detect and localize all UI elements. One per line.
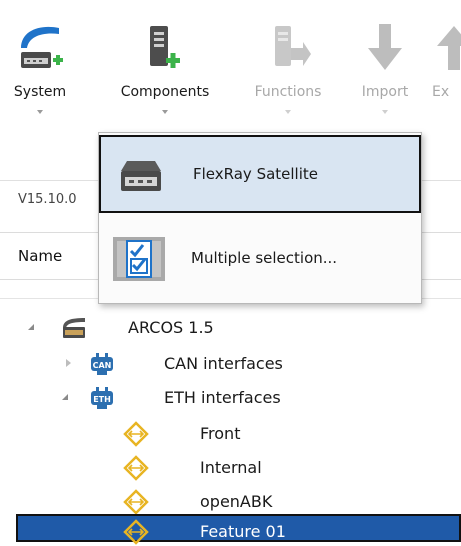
- system-label: System: [13, 84, 67, 100]
- column-name-header[interactable]: Name: [18, 247, 62, 265]
- tree-item-label: Internal: [200, 458, 262, 477]
- import-label: Import: [361, 84, 409, 100]
- import-icon: [368, 24, 402, 70]
- eth-icon: ETH: [91, 387, 113, 409]
- chevron-down-icon: [37, 110, 43, 114]
- interface-icon: [123, 489, 149, 515]
- expand-open-icon[interactable]: [28, 324, 34, 330]
- components-label: Components: [120, 84, 210, 100]
- export-button[interactable]: Ex: [428, 0, 461, 158]
- functions-icon: [275, 26, 311, 66]
- menu-item-label: FlexRay Satellite: [193, 165, 319, 183]
- export-icon: [437, 26, 461, 70]
- tree-item-can-interfaces[interactable]: CAN CAN interfaces: [0, 346, 461, 382]
- device-icon: [63, 318, 85, 338]
- tree-item-label: ARCOS 1.5: [128, 318, 214, 337]
- chevron-down-icon: [285, 110, 291, 114]
- tree-item-label: Feature 01: [200, 522, 286, 541]
- tree-item-label: CAN interfaces: [164, 354, 283, 373]
- components-add-icon: [150, 26, 180, 68]
- menu-item-label: Multiple selection...: [191, 249, 338, 267]
- export-label: Ex: [432, 84, 450, 100]
- svg-text:ETH: ETH: [93, 395, 111, 404]
- flexray-satellite-icon: [121, 161, 161, 191]
- chevron-down-icon: [162, 110, 168, 114]
- menu-item-flexray-satellite[interactable]: FlexRay Satellite: [99, 135, 421, 213]
- tree-item-eth-interfaces[interactable]: ETH ETH interfaces: [0, 380, 461, 416]
- interface-icon: [123, 455, 149, 481]
- menu-item-multiple-selection[interactable]: Multiple selection...: [99, 221, 421, 299]
- components-dropdown-menu: FlexRay Satellite Multiple selection...: [98, 132, 422, 304]
- expand-open-icon[interactable]: [62, 394, 68, 400]
- interface-icon: [123, 421, 149, 447]
- tree-item-arcos[interactable]: ARCOS 1.5: [0, 310, 461, 346]
- system-button[interactable]: System: [2, 0, 78, 158]
- chevron-down-icon: [382, 110, 388, 114]
- multiple-selection-icon: [113, 237, 165, 281]
- tree-item-internal[interactable]: Internal: [0, 450, 461, 486]
- functions-label: Functions: [254, 84, 322, 100]
- system-add-icon: [21, 26, 63, 68]
- expand-closed-icon[interactable]: [66, 359, 71, 367]
- tree-item-label: ETH interfaces: [164, 388, 281, 407]
- svg-text:CAN: CAN: [93, 361, 112, 370]
- tree-item-feature-01[interactable]: Feature 01: [16, 514, 461, 545]
- tree-item-front[interactable]: Front: [0, 416, 461, 452]
- interface-icon: [123, 519, 149, 545]
- tree-item-label: Front: [200, 424, 241, 443]
- version-label: V15.10.0: [18, 192, 77, 207]
- tree-item-label: openABK: [200, 492, 273, 511]
- can-icon: CAN: [91, 353, 113, 375]
